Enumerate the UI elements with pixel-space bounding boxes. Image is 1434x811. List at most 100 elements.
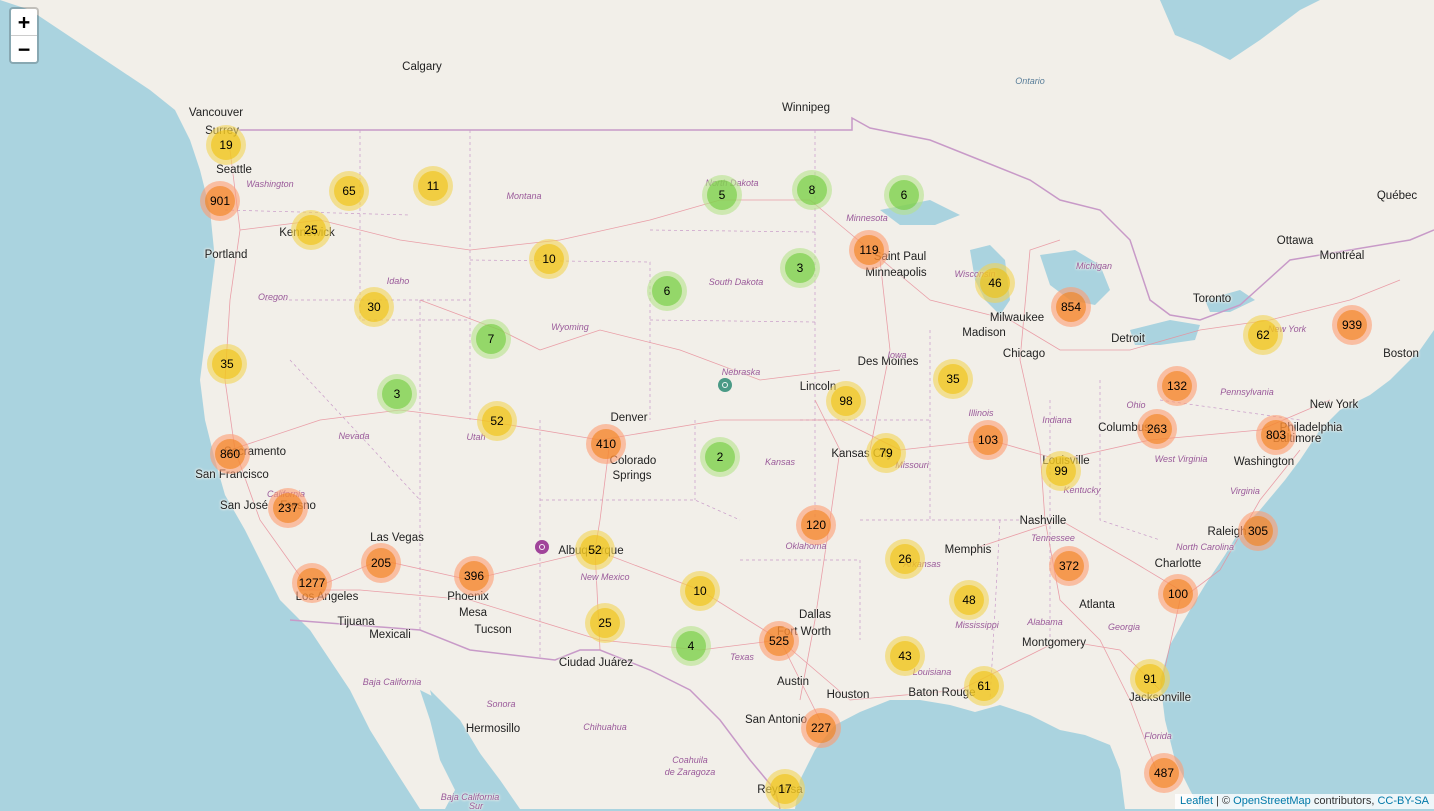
cluster-marker-spokane[interactable]: 65 bbox=[329, 171, 369, 211]
cluster-marker-jacksonville[interactable]: 91 bbox=[1130, 659, 1170, 699]
cluster-count: 205 bbox=[366, 548, 396, 578]
cluster-marker-shreveport[interactable]: 43 bbox=[885, 636, 925, 676]
map-attribution: Leaflet | © OpenStreetMap contributors, … bbox=[1174, 793, 1434, 809]
cluster-marker-albuquerque[interactable]: 52 bbox=[575, 530, 615, 570]
city-label-calgary: Calgary bbox=[402, 61, 442, 73]
cluster-count: 237 bbox=[273, 493, 303, 523]
cluster-marker-fresno[interactable]: 237 bbox=[268, 488, 308, 528]
cluster-marker-kennewick[interactable]: 25 bbox=[291, 210, 331, 250]
cluster-marker-northern-california[interactable]: 35 bbox=[207, 344, 247, 384]
openstreetmap-link[interactable]: OpenStreetMap bbox=[1233, 795, 1311, 807]
region-label-wyoming: Wyoming bbox=[551, 322, 589, 332]
cluster-marker-los-angeles[interactable]: 1277 bbox=[292, 563, 332, 603]
cluster-count: 103 bbox=[973, 425, 1003, 455]
cluster-marker-tennessee[interactable]: 372 bbox=[1049, 546, 1089, 586]
map-canvas[interactable]: Calgary Vancouver Surrey Seattle Portlan… bbox=[0, 0, 1434, 811]
zoom-in-button[interactable]: + bbox=[11, 9, 37, 36]
cluster-count: 25 bbox=[296, 215, 326, 245]
cluster-count: 11 bbox=[418, 171, 448, 201]
attribution-separator: | © bbox=[1213, 794, 1234, 807]
region-label-pennsylvania: Pennsylvania bbox=[1220, 387, 1274, 397]
cluster-count: 1277 bbox=[297, 568, 327, 598]
cluster-marker-iowa-east[interactable]: 35 bbox=[933, 359, 973, 399]
region-label-de-zaragoza: de Zaragoza bbox=[664, 767, 716, 777]
cluster-marker-boise[interactable]: 30 bbox=[354, 287, 394, 327]
cluster-marker-salt-lake[interactable]: 52 bbox=[477, 401, 517, 441]
city-label-toronto: Toronto bbox=[1192, 293, 1232, 305]
cluster-count: 263 bbox=[1142, 414, 1172, 444]
cluster-marker-reynosa[interactable]: 17 bbox=[765, 769, 805, 809]
cluster-marker-houston[interactable]: 227 bbox=[801, 708, 841, 748]
cluster-marker-western-kansas[interactable]: 2 bbox=[700, 437, 740, 477]
cluster-count: 4 bbox=[676, 631, 706, 661]
region-label-alabama: Alabama bbox=[1027, 617, 1063, 627]
cluster-marker-kansas-city[interactable]: 79 bbox=[866, 433, 906, 473]
cluster-marker-south-carolina[interactable]: 100 bbox=[1158, 574, 1198, 614]
cluster-marker-north-dakota[interactable]: 5 bbox=[702, 175, 742, 215]
region-label-texas: Texas bbox=[730, 652, 754, 662]
cluster-marker-new-england[interactable]: 939 bbox=[1332, 305, 1372, 345]
cluster-marker-columbus[interactable]: 263 bbox=[1137, 409, 1177, 449]
cluster-marker-michigan[interactable]: 854 bbox=[1051, 287, 1091, 327]
city-label-charlotte: Charlotte bbox=[1154, 558, 1202, 570]
cluster-marker-denver[interactable]: 410 bbox=[586, 424, 626, 464]
cluster-marker-san-francisco[interactable]: 860 bbox=[210, 434, 250, 474]
region-label-oregon: Oregon bbox=[257, 292, 289, 302]
cluster-marker-phoenix[interactable]: 396 bbox=[454, 556, 494, 596]
cluster-count: 10 bbox=[534, 244, 564, 274]
cluster-marker-eastern-idaho[interactable]: 7 bbox=[471, 319, 511, 359]
cluster-marker-amarillo[interactable]: 10 bbox=[680, 571, 720, 611]
region-label-florida: Florida bbox=[1144, 731, 1172, 741]
license-link[interactable]: CC-BY-SA bbox=[1377, 795, 1429, 807]
cluster-count: 901 bbox=[205, 186, 235, 216]
region-label-michigan: Michigan bbox=[1075, 261, 1113, 271]
cluster-marker-florida[interactable]: 487 bbox=[1144, 753, 1184, 793]
cluster-marker-cleveland[interactable]: 132 bbox=[1157, 366, 1197, 406]
cluster-marker-dallas[interactable]: 525 bbox=[759, 621, 799, 661]
cluster-marker-seattle[interactable]: 901 bbox=[200, 181, 240, 221]
cluster-marker-western-montana[interactable]: 11 bbox=[413, 166, 453, 206]
region-label-chihuahua: Chihuahua bbox=[583, 722, 627, 732]
city-label-vancouver: Vancouver bbox=[188, 107, 244, 119]
cluster-marker-mississippi[interactable]: 48 bbox=[949, 580, 989, 620]
region-label-indiana: Indiana bbox=[1042, 415, 1072, 425]
cluster-marker-las-vegas[interactable]: 205 bbox=[361, 543, 401, 583]
cluster-marker-nevada[interactable]: 3 bbox=[377, 374, 417, 414]
city-label-atlanta: Atlanta bbox=[1079, 599, 1115, 611]
cluster-marker-fargo[interactable]: 8 bbox=[792, 170, 832, 210]
cluster-marker-el-paso[interactable]: 25 bbox=[585, 603, 625, 643]
cluster-marker-gulf-coast[interactable]: 61 bbox=[964, 666, 1004, 706]
city-label-san-antonio: San Antonio bbox=[744, 714, 808, 726]
city-label-portland: Portland bbox=[204, 249, 248, 261]
leaflet-link[interactable]: Leaflet bbox=[1180, 795, 1213, 807]
cluster-marker-montana[interactable]: 10 bbox=[529, 239, 569, 279]
cluster-marker-louisville[interactable]: 99 bbox=[1041, 451, 1081, 491]
cluster-marker-st-louis[interactable]: 103 bbox=[968, 420, 1008, 460]
city-label-montreal: Montréal bbox=[1319, 250, 1365, 262]
cluster-marker-sioux-falls[interactable]: 3 bbox=[780, 248, 820, 288]
cluster-count: 939 bbox=[1337, 310, 1367, 340]
cluster-marker-minneapolis[interactable]: 119 bbox=[849, 230, 889, 270]
location-marker-new-mexico[interactable] bbox=[535, 540, 549, 554]
cluster-count: 30 bbox=[359, 292, 389, 322]
city-label-chicago: Chicago bbox=[1002, 348, 1046, 360]
cluster-count: 10 bbox=[685, 576, 715, 606]
cluster-marker-duluth[interactable]: 6 bbox=[884, 175, 924, 215]
city-label-boston: Boston bbox=[1383, 348, 1419, 360]
city-label-memphis: Memphis bbox=[944, 544, 992, 556]
cluster-marker-upstate-new-york[interactable]: 62 bbox=[1243, 315, 1283, 355]
cluster-count: 119 bbox=[854, 235, 884, 265]
cluster-marker-arkansas[interactable]: 26 bbox=[885, 539, 925, 579]
cluster-marker-oklahoma-city[interactable]: 120 bbox=[796, 505, 836, 545]
cluster-marker-philadelphia[interactable]: 803 bbox=[1256, 415, 1296, 455]
cluster-marker-wisconsin[interactable]: 46 bbox=[975, 263, 1015, 303]
zoom-out-button[interactable]: − bbox=[11, 36, 37, 62]
cluster-marker-west-texas[interactable]: 4 bbox=[671, 626, 711, 666]
cluster-count: 61 bbox=[969, 671, 999, 701]
cluster-marker-raleigh[interactable]: 305 bbox=[1238, 511, 1278, 551]
cluster-marker-south-dakota-west[interactable]: 6 bbox=[647, 271, 687, 311]
cluster-marker-seattle-north[interactable]: 19 bbox=[206, 125, 246, 165]
location-marker-nebraska[interactable] bbox=[718, 378, 732, 392]
cluster-marker-omaha[interactable]: 98 bbox=[826, 381, 866, 421]
region-label-georgia: Georgia bbox=[1107, 622, 1141, 632]
